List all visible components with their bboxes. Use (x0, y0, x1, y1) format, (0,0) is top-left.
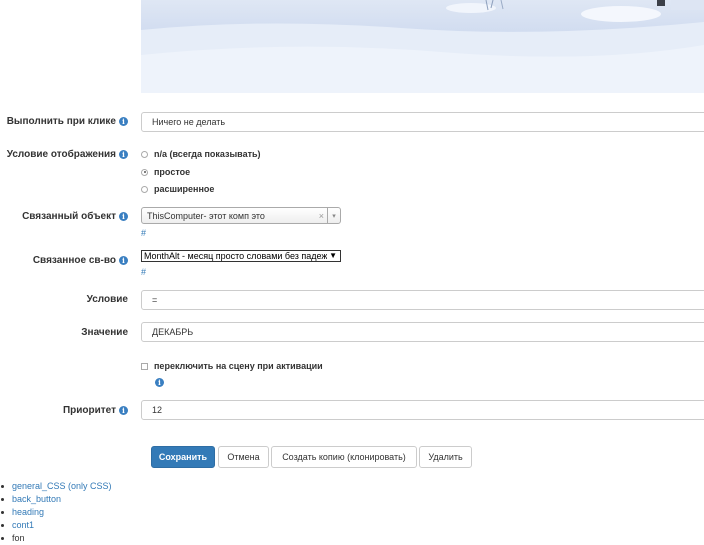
info-icon[interactable]: i (119, 117, 128, 126)
linked-property-label: Связанное св-во i (33, 255, 128, 266)
switch-scene-checkbox-row[interactable]: переключить на сцену при активации (141, 361, 323, 371)
priority-label-text: Приоритет (62, 405, 116, 416)
select-arrow-icon[interactable]: ▼ (329, 251, 337, 260)
value-label: Значение (81, 327, 128, 338)
info-icon[interactable]: i (155, 378, 164, 387)
info-icon[interactable]: i (119, 256, 128, 265)
radio-option-advanced[interactable]: расширенное (141, 184, 214, 194)
condition-input[interactable]: = (141, 290, 704, 310)
linked-property-link[interactable]: # (141, 267, 146, 277)
on-click-label: Выполнить при клике i (7, 116, 128, 127)
priority-input[interactable]: 12 (141, 400, 704, 420)
display-condition-label: Условие отображения i (7, 149, 128, 160)
link-fon: fon (0, 532, 112, 545)
chevron-down-icon[interactable]: ▾ (327, 208, 340, 223)
linked-property-select[interactable]: MonthAlt - месяц просто словами без паде… (141, 250, 341, 262)
link-general-css[interactable]: general_CSS (only CSS) (0, 480, 112, 493)
radio-option-na[interactable]: n/a (всегда показывать) (141, 149, 261, 159)
radio-label: n/a (всегда показывать) (154, 149, 261, 159)
display-condition-label-text: Условие отображения (6, 149, 116, 160)
preview-image (141, 0, 704, 93)
snow-landscape-image (141, 0, 704, 93)
radio-button[interactable] (141, 150, 148, 158)
delete-button[interactable]: Удалить (419, 446, 472, 468)
linked-object-label: Связанный объект i (22, 211, 128, 222)
info-icon[interactable]: i (119, 150, 128, 159)
clear-icon[interactable]: × (319, 211, 324, 221)
linked-object-combobox[interactable]: ThisComputer- этот комп это × ▾ (141, 207, 341, 224)
on-click-value: Ничего не делать (152, 117, 226, 127)
radio-label: простое (154, 167, 191, 177)
linked-object-link[interactable]: # (141, 228, 146, 238)
priority-value: 12 (152, 405, 163, 415)
radio-button[interactable] (141, 185, 148, 193)
switch-scene-checkbox[interactable] (141, 362, 148, 370)
priority-label: Приоритет i (63, 405, 128, 416)
on-click-select[interactable]: Ничего не делать (141, 112, 704, 132)
link-heading[interactable]: heading (0, 506, 112, 519)
radio-option-simple[interactable]: простое (141, 167, 190, 177)
info-icon[interactable]: i (119, 212, 128, 221)
on-click-label-text: Выполнить при клике (6, 116, 116, 127)
radio-button-checked[interactable] (141, 168, 148, 176)
switch-scene-label: переключить на сцену при активации (154, 361, 323, 371)
clone-button[interactable]: Создать копию (клонировать) (271, 446, 417, 468)
condition-label-text: Условие (86, 294, 128, 305)
cancel-button[interactable]: Отмена (218, 446, 269, 468)
template-links-list: general_CSS (only CSS) back_button headi… (0, 480, 112, 545)
link-back-button[interactable]: back_button (0, 493, 112, 506)
linked-object-label-text: Связанный объект (22, 211, 116, 222)
link-cont1[interactable]: cont1 (0, 519, 112, 532)
linked-property-label-text: Связанное св-во (32, 255, 116, 266)
linked-object-value: ThisComputer- этот комп это (147, 210, 265, 221)
info-icon[interactable]: i (119, 406, 128, 415)
save-button[interactable]: Сохранить (151, 446, 215, 468)
value-value: ДЕКАБРЬ (152, 327, 194, 337)
condition-label: Условие (87, 294, 128, 305)
linked-property-value: MonthAlt - месяц просто словами без паде… (144, 251, 327, 261)
value-input[interactable]: ДЕКАБРЬ (141, 322, 704, 342)
radio-label: расширенное (154, 184, 215, 194)
condition-value: = (152, 295, 158, 305)
value-label-text: Значение (81, 327, 128, 338)
